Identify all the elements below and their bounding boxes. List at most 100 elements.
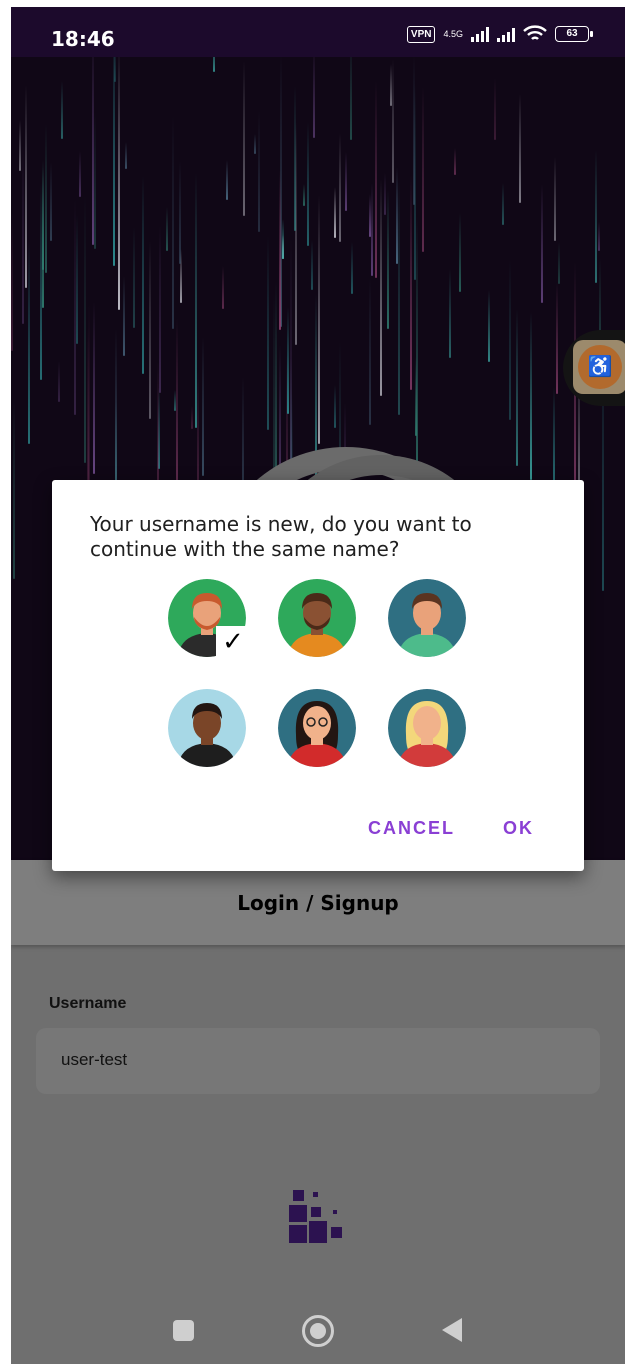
home-button[interactable] — [302, 1315, 334, 1347]
light-streak — [494, 78, 496, 140]
light-streak — [133, 227, 135, 328]
light-streak — [191, 406, 193, 429]
light-streak — [345, 152, 347, 211]
light-streak — [25, 85, 27, 288]
light-streak — [258, 111, 260, 232]
avatar-man-dark-skin[interactable] — [168, 689, 246, 767]
battery-icon: 63 — [555, 26, 593, 42]
light-streak — [61, 81, 63, 139]
light-streak — [267, 236, 269, 430]
checkmark-icon: ✓ — [216, 626, 250, 656]
avatar-woman-glasses[interactable] — [278, 689, 356, 767]
login-title: Login / Signup — [237, 891, 399, 915]
brand-logo — [289, 1190, 349, 1250]
light-streak — [375, 81, 377, 278]
light-streak — [213, 57, 215, 72]
navigation-bar — [11, 1297, 625, 1364]
light-streak — [45, 124, 47, 273]
light-streak — [118, 57, 120, 310]
light-streak — [556, 282, 558, 394]
light-streak — [339, 133, 341, 242]
light-streak — [334, 385, 336, 428]
light-streak — [351, 242, 353, 294]
light-streak — [454, 148, 456, 175]
light-streak — [449, 269, 451, 358]
dialog-message: Your username is new, do you want to con… — [90, 512, 472, 561]
light-streak — [303, 184, 305, 206]
avatar-man-bald-beard[interactable] — [278, 579, 356, 657]
dialog-actions: CANCEL OK — [368, 818, 534, 839]
light-streak — [76, 215, 78, 344]
avatar-woman-blonde[interactable] — [388, 689, 466, 767]
light-streak — [392, 59, 394, 183]
signal-bars-2-icon — [497, 26, 515, 42]
light-streak — [149, 241, 151, 419]
light-streak — [311, 240, 313, 290]
light-streak — [19, 120, 21, 171]
light-streak — [396, 167, 398, 264]
light-streak — [371, 183, 373, 276]
username-dialog: Your username is new, do you want to con… — [52, 480, 584, 871]
light-streak — [413, 57, 415, 205]
light-streak — [279, 345, 281, 482]
light-streak — [307, 122, 309, 246]
ok-button[interactable]: OK — [503, 818, 534, 839]
light-streak — [410, 175, 412, 390]
light-streak — [279, 170, 281, 330]
light-streak — [113, 57, 115, 266]
light-streak — [13, 398, 15, 579]
cancel-button[interactable]: CANCEL — [368, 818, 455, 839]
light-streak — [384, 173, 386, 215]
signal-bars-icon — [471, 26, 489, 42]
light-streak — [125, 142, 127, 169]
light-streak — [226, 160, 228, 200]
username-value: user-test — [61, 1050, 128, 1069]
username-field[interactable]: user-test — [36, 1028, 600, 1094]
avatar-man-brown-hair[interactable] — [388, 579, 466, 657]
light-streak — [22, 144, 24, 324]
light-streak — [123, 276, 125, 356]
light-streak — [595, 150, 597, 283]
light-streak — [28, 241, 30, 444]
light-streak — [509, 260, 511, 420]
light-streak — [142, 176, 144, 374]
light-streak — [398, 177, 400, 415]
light-streak — [159, 225, 161, 393]
light-streak — [243, 61, 245, 216]
light-streak — [79, 151, 81, 197]
light-streak — [516, 309, 518, 466]
light-streak — [459, 213, 461, 292]
light-streak — [415, 357, 417, 436]
light-streak — [40, 183, 42, 380]
light-streak — [530, 312, 532, 480]
network-type: 4.5G — [443, 28, 463, 39]
light-streak — [554, 157, 556, 241]
light-streak — [387, 190, 389, 329]
light-streak — [334, 187, 336, 238]
light-streak — [94, 112, 96, 249]
light-streak — [114, 57, 116, 82]
light-streak — [172, 116, 174, 329]
light-streak — [287, 307, 289, 414]
username-label: Username — [49, 995, 127, 1012]
light-streak — [488, 290, 490, 362]
back-button[interactable] — [442, 1318, 462, 1342]
light-streak — [502, 183, 504, 225]
light-streak — [380, 179, 382, 396]
status-bar: 18:46 VPN 4.5G 63 — [11, 7, 625, 57]
light-streak — [369, 278, 371, 425]
light-streak — [222, 266, 224, 309]
recent-apps-button[interactable] — [173, 1320, 194, 1341]
light-streak — [350, 57, 352, 140]
light-streak — [58, 361, 60, 402]
light-streak — [519, 94, 521, 203]
light-streak — [558, 242, 560, 284]
light-streak — [11, 212, 13, 351]
light-streak — [93, 302, 95, 474]
light-streak — [282, 219, 284, 259]
light-streak — [166, 207, 168, 251]
light-streak — [84, 195, 86, 463]
wifi-icon — [523, 25, 547, 40]
light-streak — [318, 195, 320, 444]
light-streak — [42, 167, 44, 308]
